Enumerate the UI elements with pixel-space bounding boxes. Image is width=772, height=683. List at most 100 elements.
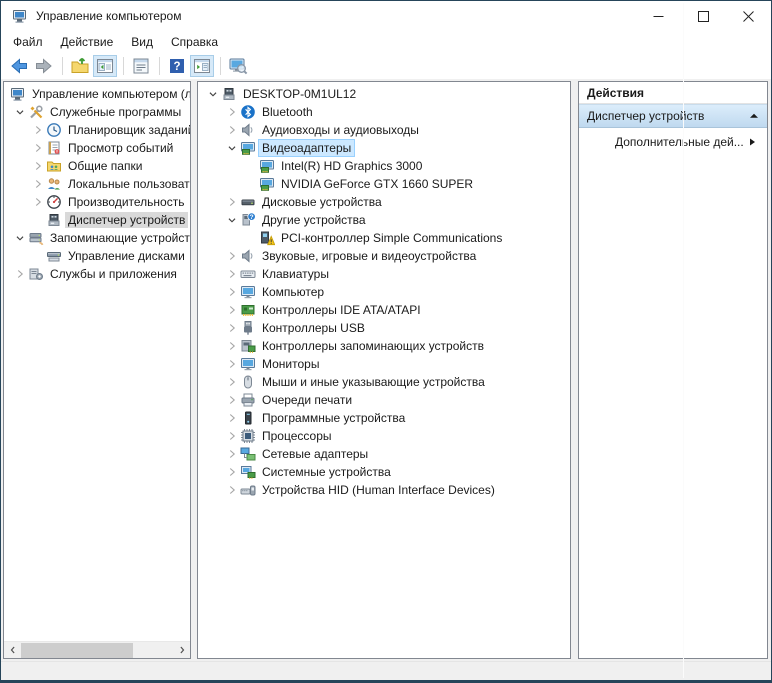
chevron-down-icon[interactable] (204, 86, 221, 102)
menu-help[interactable]: Справка (162, 32, 227, 52)
chevron-right-icon[interactable] (29, 140, 46, 156)
scroll-right-icon[interactable] (173, 642, 190, 659)
chevron-right-icon[interactable] (223, 338, 240, 354)
tree-item[interactable]: Аудиовходы и аудиовыходы (198, 121, 570, 139)
close-button[interactable] (726, 1, 771, 31)
chevron-right-icon[interactable] (223, 320, 240, 336)
tree-item[interactable]: PCI-контроллер Simple Communications (198, 229, 570, 247)
tree-item[interactable]: Управление компьютером (л (4, 85, 190, 103)
chevron-right-icon[interactable] (29, 176, 46, 192)
up-folder-button[interactable] (68, 55, 92, 77)
tree-item[interactable]: Мыши и иные указывающие устройства (198, 373, 570, 391)
properties-icon (131, 56, 151, 76)
chevron-down-icon[interactable] (223, 212, 240, 228)
actions-item[interactable]: Дополнительные дей... (579, 130, 767, 154)
tree-item[interactable]: Производительность (4, 193, 190, 211)
tree-item-label: Программные устройства (262, 411, 406, 425)
minimize-button[interactable] (636, 1, 681, 31)
chevron-right-icon[interactable] (29, 194, 46, 210)
help-button[interactable]: ? (165, 55, 189, 77)
event-viewer-icon (46, 140, 62, 156)
chevron-right-icon[interactable] (223, 302, 240, 318)
chevron-right-icon[interactable] (223, 248, 240, 264)
actions-group-device-manager[interactable]: Диспетчер устройств (579, 104, 767, 128)
storage-controller-icon (240, 338, 256, 354)
chevron-right-icon[interactable] (223, 446, 240, 462)
tree-item[interactable]: Запоминающие устройст (4, 229, 190, 247)
tree-item-label: Другие устройства (262, 213, 366, 227)
tree-item-label: Локальные пользовате (68, 177, 190, 191)
scroll-left-icon[interactable] (4, 642, 21, 659)
tree-item[interactable]: Служебные программы (4, 103, 190, 121)
chevron-right-icon[interactable] (223, 266, 240, 282)
menu-action[interactable]: Действие (52, 32, 123, 52)
tree-item[interactable]: Устройства HID (Human Interface Devices) (198, 481, 570, 499)
chevron-right-icon[interactable] (223, 410, 240, 426)
chevron-right-icon[interactable] (223, 428, 240, 444)
chevron-right-icon[interactable] (223, 356, 240, 372)
properties-button[interactable] (129, 55, 153, 77)
tree-item[interactable]: DESKTOP-0M1UL12 (198, 85, 570, 103)
tree-item[interactable]: Общие папки (4, 157, 190, 175)
chevron-right-icon[interactable] (223, 482, 240, 498)
scan-hardware-button[interactable] (226, 55, 250, 77)
chevron-down-icon[interactable] (11, 230, 28, 246)
chevron-right-icon[interactable] (223, 392, 240, 408)
chevron-right-icon[interactable] (223, 374, 240, 390)
toolbar: ? (1, 53, 771, 79)
tree-item[interactable]: Bluetooth (198, 103, 570, 121)
tree-item[interactable]: Звуковые, игровые и видеоустройства (198, 247, 570, 265)
menu-file[interactable]: Файл (4, 32, 52, 52)
chevron-right-icon[interactable] (223, 194, 240, 210)
tree-item[interactable]: Диспетчер устройств (4, 211, 190, 229)
tree-item[interactable]: Программные устройства (198, 409, 570, 427)
tree-item[interactable]: Системные устройства (198, 463, 570, 481)
chevron-right-icon[interactable] (11, 266, 28, 282)
tree-item[interactable]: Intel(R) HD Graphics 3000 (198, 157, 570, 175)
statusbar-divider (683, 3, 684, 678)
tree-item[interactable]: Контроллеры запоминающих устройств (198, 337, 570, 355)
tree-item-label: Мониторы (262, 357, 320, 371)
horizontal-scrollbar[interactable] (4, 641, 190, 658)
tree-item[interactable]: Клавиатуры (198, 265, 570, 283)
chevron-right-icon[interactable] (223, 284, 240, 300)
chevron-right-icon[interactable] (223, 122, 240, 138)
maximize-button[interactable] (681, 1, 726, 31)
chevron-down-icon[interactable] (11, 104, 28, 120)
tree-item[interactable]: Управление дисками (4, 247, 190, 265)
tree-item[interactable]: Дисковые устройства (198, 193, 570, 211)
tree-item[interactable]: Сетевые адаптеры (198, 445, 570, 463)
chevron-right-icon[interactable] (223, 104, 240, 120)
scrollbar-track[interactable] (21, 642, 173, 659)
titlebar[interactable]: Управление компьютером (1, 1, 771, 31)
tree-item[interactable]: Планировщик заданий (4, 121, 190, 139)
tree-item[interactable]: Просмотр событий (4, 139, 190, 157)
tree-item[interactable]: ? Другие устройства (198, 211, 570, 229)
menu-view[interactable]: Вид (122, 32, 162, 52)
chevron-down-icon[interactable] (223, 140, 240, 156)
display-adapter-icon (259, 158, 275, 174)
tree-item[interactable]: Мониторы (198, 355, 570, 373)
chevron-right-icon[interactable] (29, 122, 46, 138)
collapse-up-icon[interactable] (749, 111, 759, 121)
tree-item[interactable]: Видеоадаптеры (198, 139, 570, 157)
show-action-pane-button[interactable] (190, 55, 214, 77)
tree-item-label: Управление компьютером (л (32, 87, 190, 101)
tree-item[interactable]: Локальные пользовате (4, 175, 190, 193)
tree-item[interactable]: Службы и приложения (4, 265, 190, 283)
tree-item[interactable]: Контроллеры USB (198, 319, 570, 337)
chevron-right-icon[interactable] (29, 158, 46, 174)
chevron-right-icon[interactable] (223, 464, 240, 480)
tree-item[interactable]: NVIDIA GeForce GTX 1660 SUPER (198, 175, 570, 193)
tree-item[interactable]: Компьютер (198, 283, 570, 301)
forward-button[interactable] (32, 55, 56, 77)
tree-item-label: Запоминающие устройст (50, 231, 190, 245)
tree-item[interactable]: Очереди печати (198, 391, 570, 409)
back-button[interactable] (7, 55, 31, 77)
tree-item[interactable]: Процессоры (198, 427, 570, 445)
tree-item[interactable]: Контроллеры IDE ATA/ATAPI (198, 301, 570, 319)
scrollbar-thumb[interactable] (21, 642, 133, 658)
show-console-tree-button[interactable] (93, 55, 117, 77)
